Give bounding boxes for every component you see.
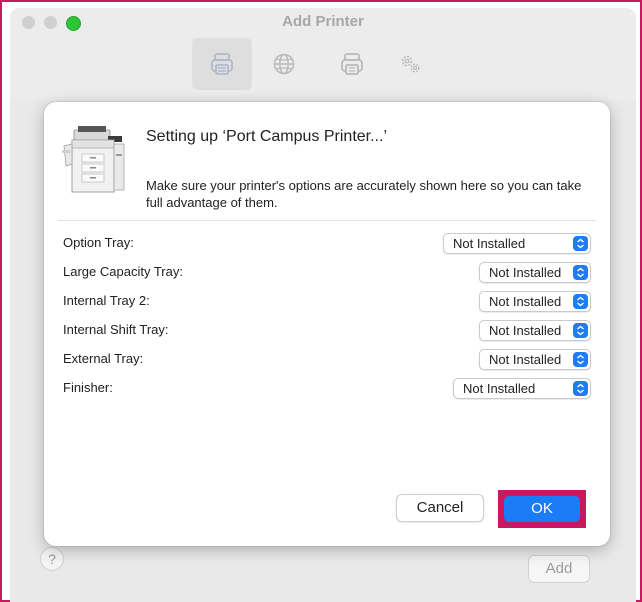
option-label: External Tray: <box>63 351 144 366</box>
sheet-title: Setting up ‘Port Campus Printer...’ <box>146 128 387 145</box>
internal-shift-tray-popup[interactable]: Not Installed <box>479 320 591 341</box>
popup-value: Not Installed <box>463 381 536 396</box>
option-label: Internal Shift Tray: <box>63 322 169 337</box>
option-row-finisher: Finisher: Not Installed <box>63 378 591 399</box>
internal-tray-2-popup[interactable]: Not Installed <box>479 291 591 312</box>
toolbar-ip[interactable] <box>254 38 314 90</box>
add-button[interactable]: Add <box>528 555 590 583</box>
printer-icon <box>62 126 125 193</box>
chevron-updown-icon <box>573 294 588 309</box>
printer-setup-sheet: Setting up ‘Port Campus Printer...’ Make… <box>44 102 610 546</box>
divider <box>58 220 596 221</box>
chevron-updown-icon <box>573 381 588 396</box>
external-tray-popup[interactable]: Not Installed <box>479 349 591 370</box>
popup-value: Not Installed <box>453 236 526 251</box>
finisher-popup[interactable]: Not Installed <box>453 378 591 399</box>
ok-button[interactable]: OK <box>504 496 580 522</box>
titlebar: Add Printer <box>10 8 636 100</box>
window-title: Add Printer <box>282 13 364 30</box>
toolbar-default-printers[interactable] <box>192 38 252 90</box>
chevron-updown-icon <box>573 265 588 280</box>
option-row-internal-tray-2: Internal Tray 2: Not Installed <box>63 291 591 312</box>
chevron-updown-icon <box>573 236 588 251</box>
help-button[interactable]: ? <box>40 547 64 571</box>
option-label: Large Capacity Tray: <box>63 264 183 279</box>
chevron-updown-icon <box>573 323 588 338</box>
chevron-updown-icon <box>573 352 588 367</box>
gears-icon <box>401 55 420 73</box>
option-label: Internal Tray 2: <box>63 293 150 308</box>
sheet-description: Make sure your printer's options are acc… <box>146 178 582 210</box>
toolbar-advanced[interactable] <box>380 38 440 90</box>
popup-value: Not Installed <box>489 265 562 280</box>
option-label: Finisher: <box>63 380 113 395</box>
option-row-external-tray: External Tray: Not Installed <box>63 349 591 370</box>
globe-icon <box>273 53 295 75</box>
popup-value: Not Installed <box>489 323 562 338</box>
printer-alt-icon <box>341 53 363 75</box>
popup-value: Not Installed <box>489 352 562 367</box>
option-tray-popup[interactable]: Not Installed <box>443 233 591 254</box>
toolbar-windows[interactable] <box>322 38 382 90</box>
cancel-button[interactable]: Cancel <box>396 494 484 522</box>
option-label: Option Tray: <box>63 235 134 250</box>
option-row-internal-shift-tray: Internal Shift Tray: Not Installed <box>63 320 591 341</box>
option-row-large-capacity-tray: Large Capacity Tray: Not Installed <box>63 262 591 283</box>
printer-icon <box>211 53 233 75</box>
option-row-option-tray: Option Tray: Not Installed <box>63 233 591 254</box>
large-capacity-tray-popup[interactable]: Not Installed <box>479 262 591 283</box>
popup-value: Not Installed <box>489 294 562 309</box>
